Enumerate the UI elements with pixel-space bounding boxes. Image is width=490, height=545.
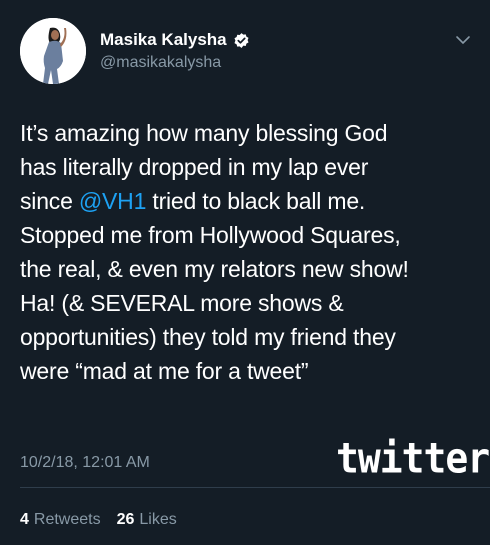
tweet-line: since @VH1 tried to black ball me. bbox=[20, 184, 480, 218]
timestamp[interactable]: 10/2/18, 12:01 AM bbox=[20, 454, 150, 472]
likes-count[interactable]: 26 bbox=[117, 511, 135, 529]
tweet-stats: 4 Retweets 26 Likes bbox=[20, 511, 177, 529]
mention-link[interactable]: @VH1 bbox=[79, 188, 146, 214]
tweet-line: It’s amazing how many blessing God bbox=[20, 120, 388, 146]
tweet-text: It’s amazing how many blessing God has l… bbox=[20, 116, 480, 388]
display-name[interactable]: Masika Kalysha bbox=[100, 30, 227, 50]
retweets-label[interactable]: Retweets bbox=[34, 511, 101, 529]
tweet-line: Ha! (& SEVERAL more shows & bbox=[20, 290, 344, 316]
chevron-down-icon[interactable] bbox=[455, 34, 471, 46]
tweet-line: Stopped me from Hollywood Squares, bbox=[20, 222, 401, 248]
divider bbox=[20, 487, 490, 488]
twitter-watermark: twitter bbox=[336, 433, 490, 483]
verified-badge-icon bbox=[233, 32, 250, 49]
avatar[interactable] bbox=[20, 18, 86, 84]
profile-photo bbox=[20, 18, 86, 84]
tweet-line: the real, & even my relators new show! bbox=[20, 256, 409, 282]
tweet-header: Masika Kalysha @masikakalysha bbox=[0, 0, 490, 100]
tweet-line: opportunities) they told my friend they bbox=[20, 324, 396, 350]
tweet-line-rest: tried to black ball me. bbox=[146, 188, 366, 214]
tweet-line-start: since bbox=[20, 188, 79, 214]
user-handle[interactable]: @masikakalysha bbox=[100, 54, 221, 72]
retweets-count[interactable]: 4 bbox=[20, 511, 29, 529]
likes-label[interactable]: Likes bbox=[139, 511, 176, 529]
name-row: Masika Kalysha bbox=[100, 30, 250, 50]
tweet-line: has literally dropped in my lap ever bbox=[20, 154, 369, 180]
tweet-line: were “mad at me for a tweet” bbox=[20, 358, 309, 384]
